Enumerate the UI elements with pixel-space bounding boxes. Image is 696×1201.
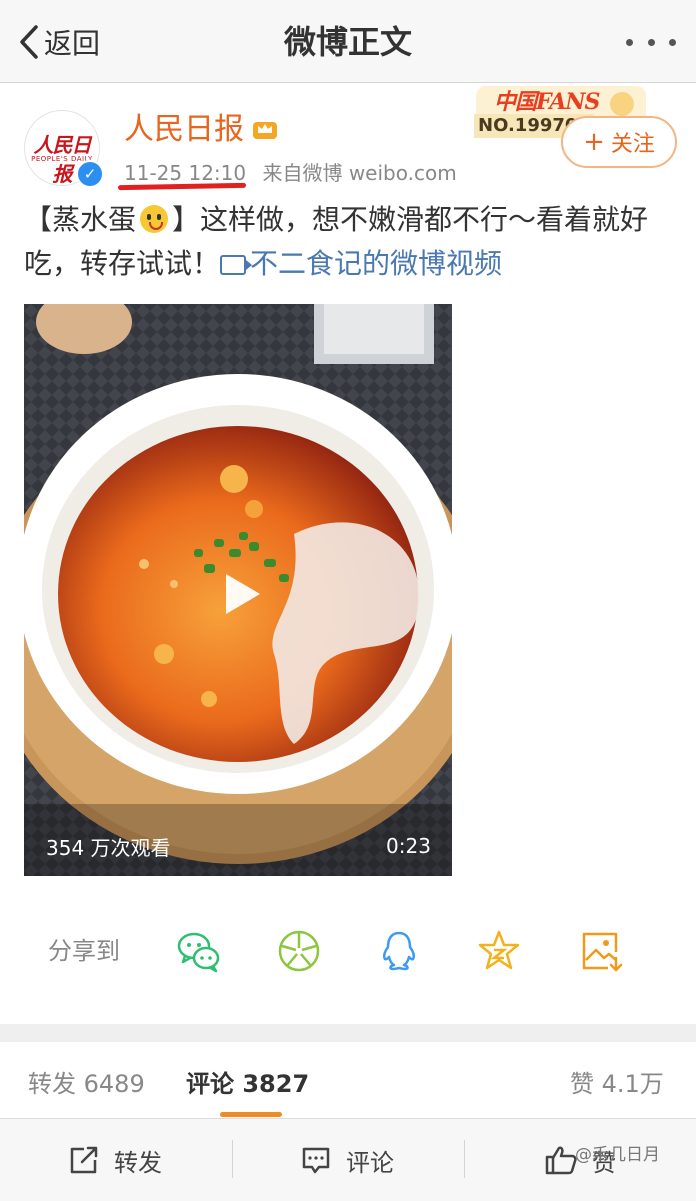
- smile-emoji-icon: [140, 205, 169, 233]
- tab-reposts[interactable]: 转发 6489: [28, 1064, 145, 1104]
- verified-badge-icon: ✓: [76, 160, 104, 188]
- save-image-icon[interactable]: [578, 928, 624, 974]
- video-view-count: 354 万次观看: [46, 836, 171, 860]
- plus-icon: +: [583, 127, 605, 157]
- watermark: @禾几日月: [575, 1145, 660, 1165]
- action-divider: [232, 1140, 233, 1178]
- tab-likes[interactable]: 赞 4.1万: [570, 1064, 664, 1104]
- post-time: 11-25 12:10: [124, 161, 247, 185]
- user-name[interactable]: 人民日报: [124, 110, 244, 150]
- follow-label: 关注: [610, 132, 655, 157]
- tab-comments[interactable]: 评论 3827: [186, 1064, 309, 1104]
- video-duration: 0:23: [386, 834, 431, 858]
- comment-label: 评论: [346, 1148, 394, 1177]
- action-divider: [464, 1140, 465, 1178]
- qq-icon[interactable]: [376, 928, 422, 974]
- post-text: 【蒸水蛋 】这样做，想不嫩滑都不行～看着就好吃，转存试试！ 不二食记的微博视频: [24, 198, 674, 286]
- more-options-button[interactable]: [626, 30, 676, 54]
- qzone-icon[interactable]: [476, 928, 522, 974]
- tab-likes-label: 赞: [570, 1070, 594, 1098]
- red-underline-annotation: [117, 182, 247, 191]
- comment-icon: [302, 1147, 330, 1174]
- share-label: 分享到: [48, 937, 120, 965]
- play-icon[interactable]: [212, 566, 268, 622]
- more-dot-icon: [647, 38, 655, 46]
- tab-reposts-label: 转发: [28, 1070, 76, 1098]
- video-link-label: 不二食记的微博视频: [250, 247, 503, 280]
- video-link[interactable]: 不二食记的微博视频: [220, 247, 502, 280]
- follow-button[interactable]: + 关注: [561, 116, 677, 168]
- tab-likes-count: 4.1万: [601, 1070, 664, 1098]
- section-divider: [0, 1024, 696, 1042]
- repost-icon: [70, 1146, 98, 1174]
- fans-badge-title: 中国FANS: [494, 89, 600, 115]
- post-text-part1: 【蒸水蛋: [24, 203, 137, 236]
- thumbs-up-icon: [545, 1146, 577, 1175]
- tab-comments-count: 3827: [242, 1070, 310, 1098]
- tab-comments-label: 评论: [186, 1070, 234, 1098]
- wechat-icon[interactable]: [176, 928, 222, 974]
- tab-reposts-count: 6489: [83, 1070, 145, 1098]
- post-source: 来自微博 weibo.com: [262, 161, 457, 185]
- more-dot-icon: [626, 38, 633, 46]
- page-title: 微博正文: [283, 23, 412, 61]
- vip-crown-icon: [253, 122, 277, 139]
- more-dot-icon: [669, 38, 676, 46]
- repost-label: 转发: [114, 1148, 162, 1177]
- moments-icon[interactable]: [276, 928, 322, 974]
- comment-button[interactable]: 评论: [300, 1140, 394, 1180]
- repost-button[interactable]: 转发: [68, 1140, 162, 1180]
- video-link-icon: [220, 255, 253, 275]
- active-tab-indicator: [220, 1112, 282, 1117]
